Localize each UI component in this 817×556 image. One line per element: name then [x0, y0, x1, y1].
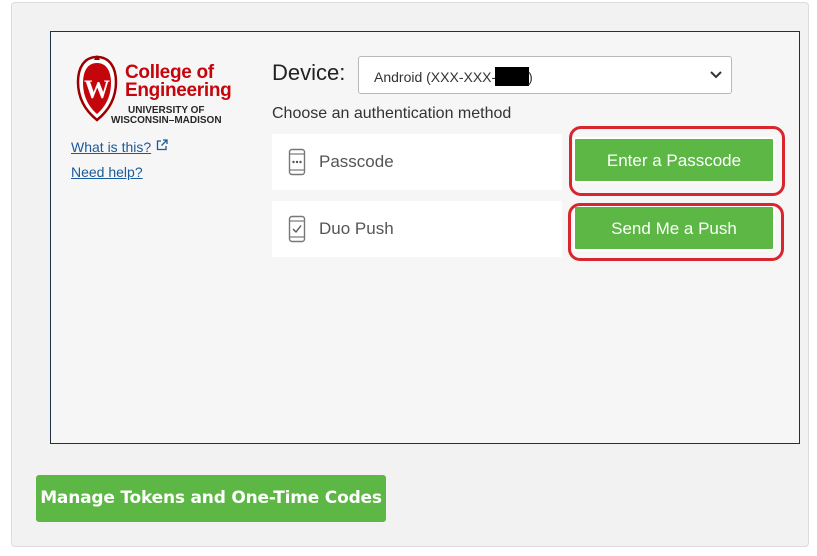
method-row-duo-push: Duo Push [272, 201, 562, 257]
method-label-passcode: Passcode [319, 152, 394, 171]
external-link-icon [156, 139, 168, 151]
device-value-suffix: ) [528, 69, 533, 85]
chevron-down-icon [710, 71, 722, 79]
auth-method-prompt: Choose an authentication method [272, 105, 512, 122]
method-label-duo-push: Duo Push [319, 219, 394, 238]
what-is-this-label: What is this? [71, 139, 152, 155]
device-value-prefix: Android (XXX-XXX- [374, 69, 497, 85]
manage-tokens-button[interactable]: Manage Tokens and One-Time Codes [36, 475, 386, 522]
device-label: Device: [272, 60, 346, 85]
college-logo: W College of Engineering UNIVERSITY OF W… [74, 54, 239, 126]
logo-wisconsin-madison: WISCONSIN–MADISON [111, 115, 222, 126]
enter-passcode-button[interactable]: Enter a Passcode [573, 137, 775, 183]
outer-card: W College of Engineering UNIVERSITY OF W… [11, 2, 809, 547]
device-select[interactable]: Android (XXX-XXX-) [358, 56, 732, 94]
duo-auth-frame: W College of Engineering UNIVERSITY OF W… [50, 31, 800, 444]
passcode-phone-icon [288, 148, 306, 176]
device-select-value: Android (XXX-XXX-) [374, 67, 533, 86]
need-help-link[interactable]: Need help? [71, 164, 143, 180]
send-push-button[interactable]: Send Me a Push [573, 205, 775, 251]
method-row-passcode: Passcode [272, 134, 562, 190]
crest-letter: W [84, 75, 110, 104]
redacted-phone-digits [495, 67, 530, 86]
what-is-this-link[interactable]: What is this? [71, 139, 168, 155]
push-phone-icon [288, 215, 306, 243]
logo-engineering: Engineering [125, 80, 232, 101]
